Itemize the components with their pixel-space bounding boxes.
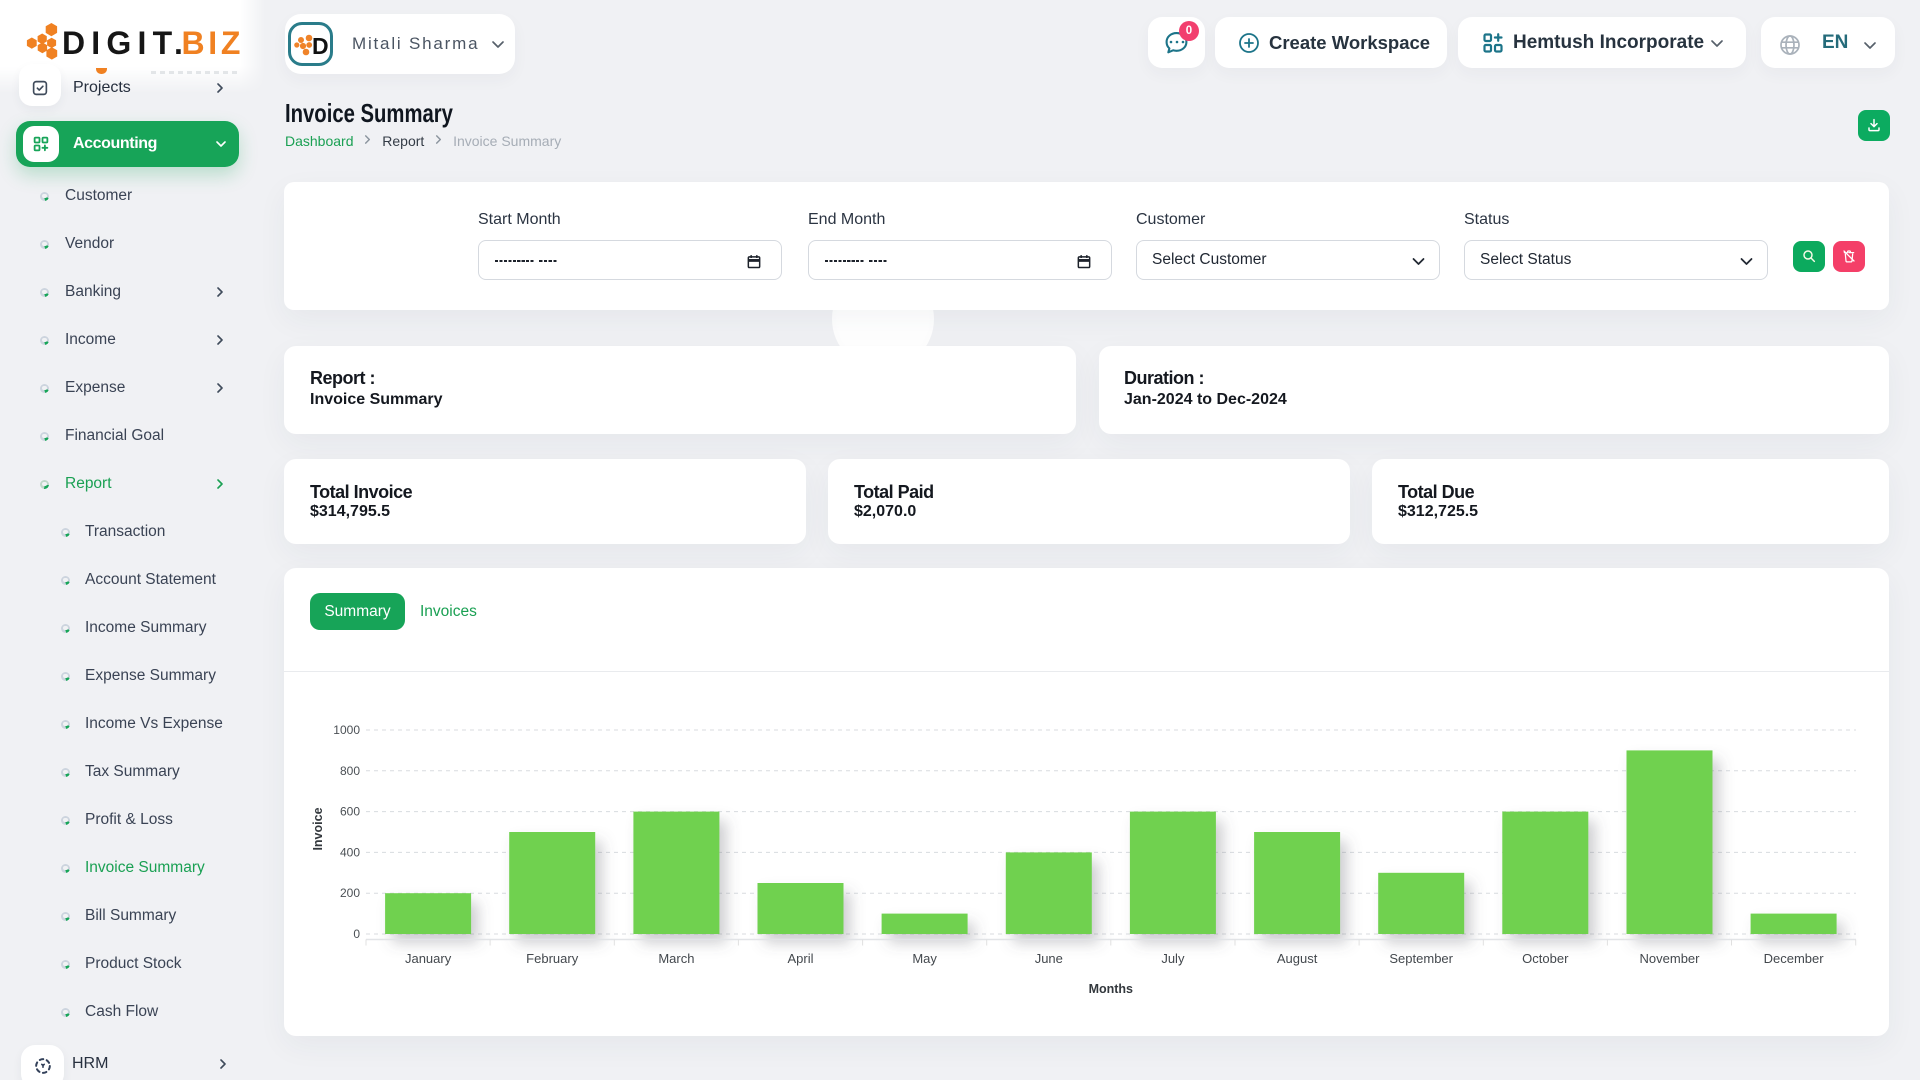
svg-text:200: 200 [340, 886, 360, 900]
svg-text:600: 600 [340, 805, 360, 819]
svg-text:December: December [1764, 951, 1825, 966]
svg-text:D: D [312, 33, 329, 59]
svg-text:March: March [658, 951, 694, 966]
svg-text:June: June [1035, 951, 1063, 966]
svg-text:September: September [1389, 951, 1453, 966]
svg-text:April: April [787, 951, 813, 966]
svg-text:400: 400 [340, 845, 360, 859]
svg-text:May: May [912, 951, 937, 966]
svg-text:October: October [1522, 951, 1569, 966]
svg-text:Invoice: Invoice [311, 807, 325, 850]
svg-text:800: 800 [340, 764, 360, 778]
svg-text:1000: 1000 [333, 723, 360, 737]
svg-text:February: February [526, 951, 579, 966]
svg-text:November: November [1640, 951, 1701, 966]
svg-text:0: 0 [353, 927, 360, 941]
svg-text:DIGIT: DIGIT [62, 25, 178, 61]
svg-text:BIZ: BIZ [182, 25, 245, 61]
svg-text:Months: Months [1089, 982, 1133, 996]
svg-text:August: August [1277, 951, 1318, 966]
svg-text:January: January [405, 951, 452, 966]
svg-text:July: July [1161, 951, 1185, 966]
